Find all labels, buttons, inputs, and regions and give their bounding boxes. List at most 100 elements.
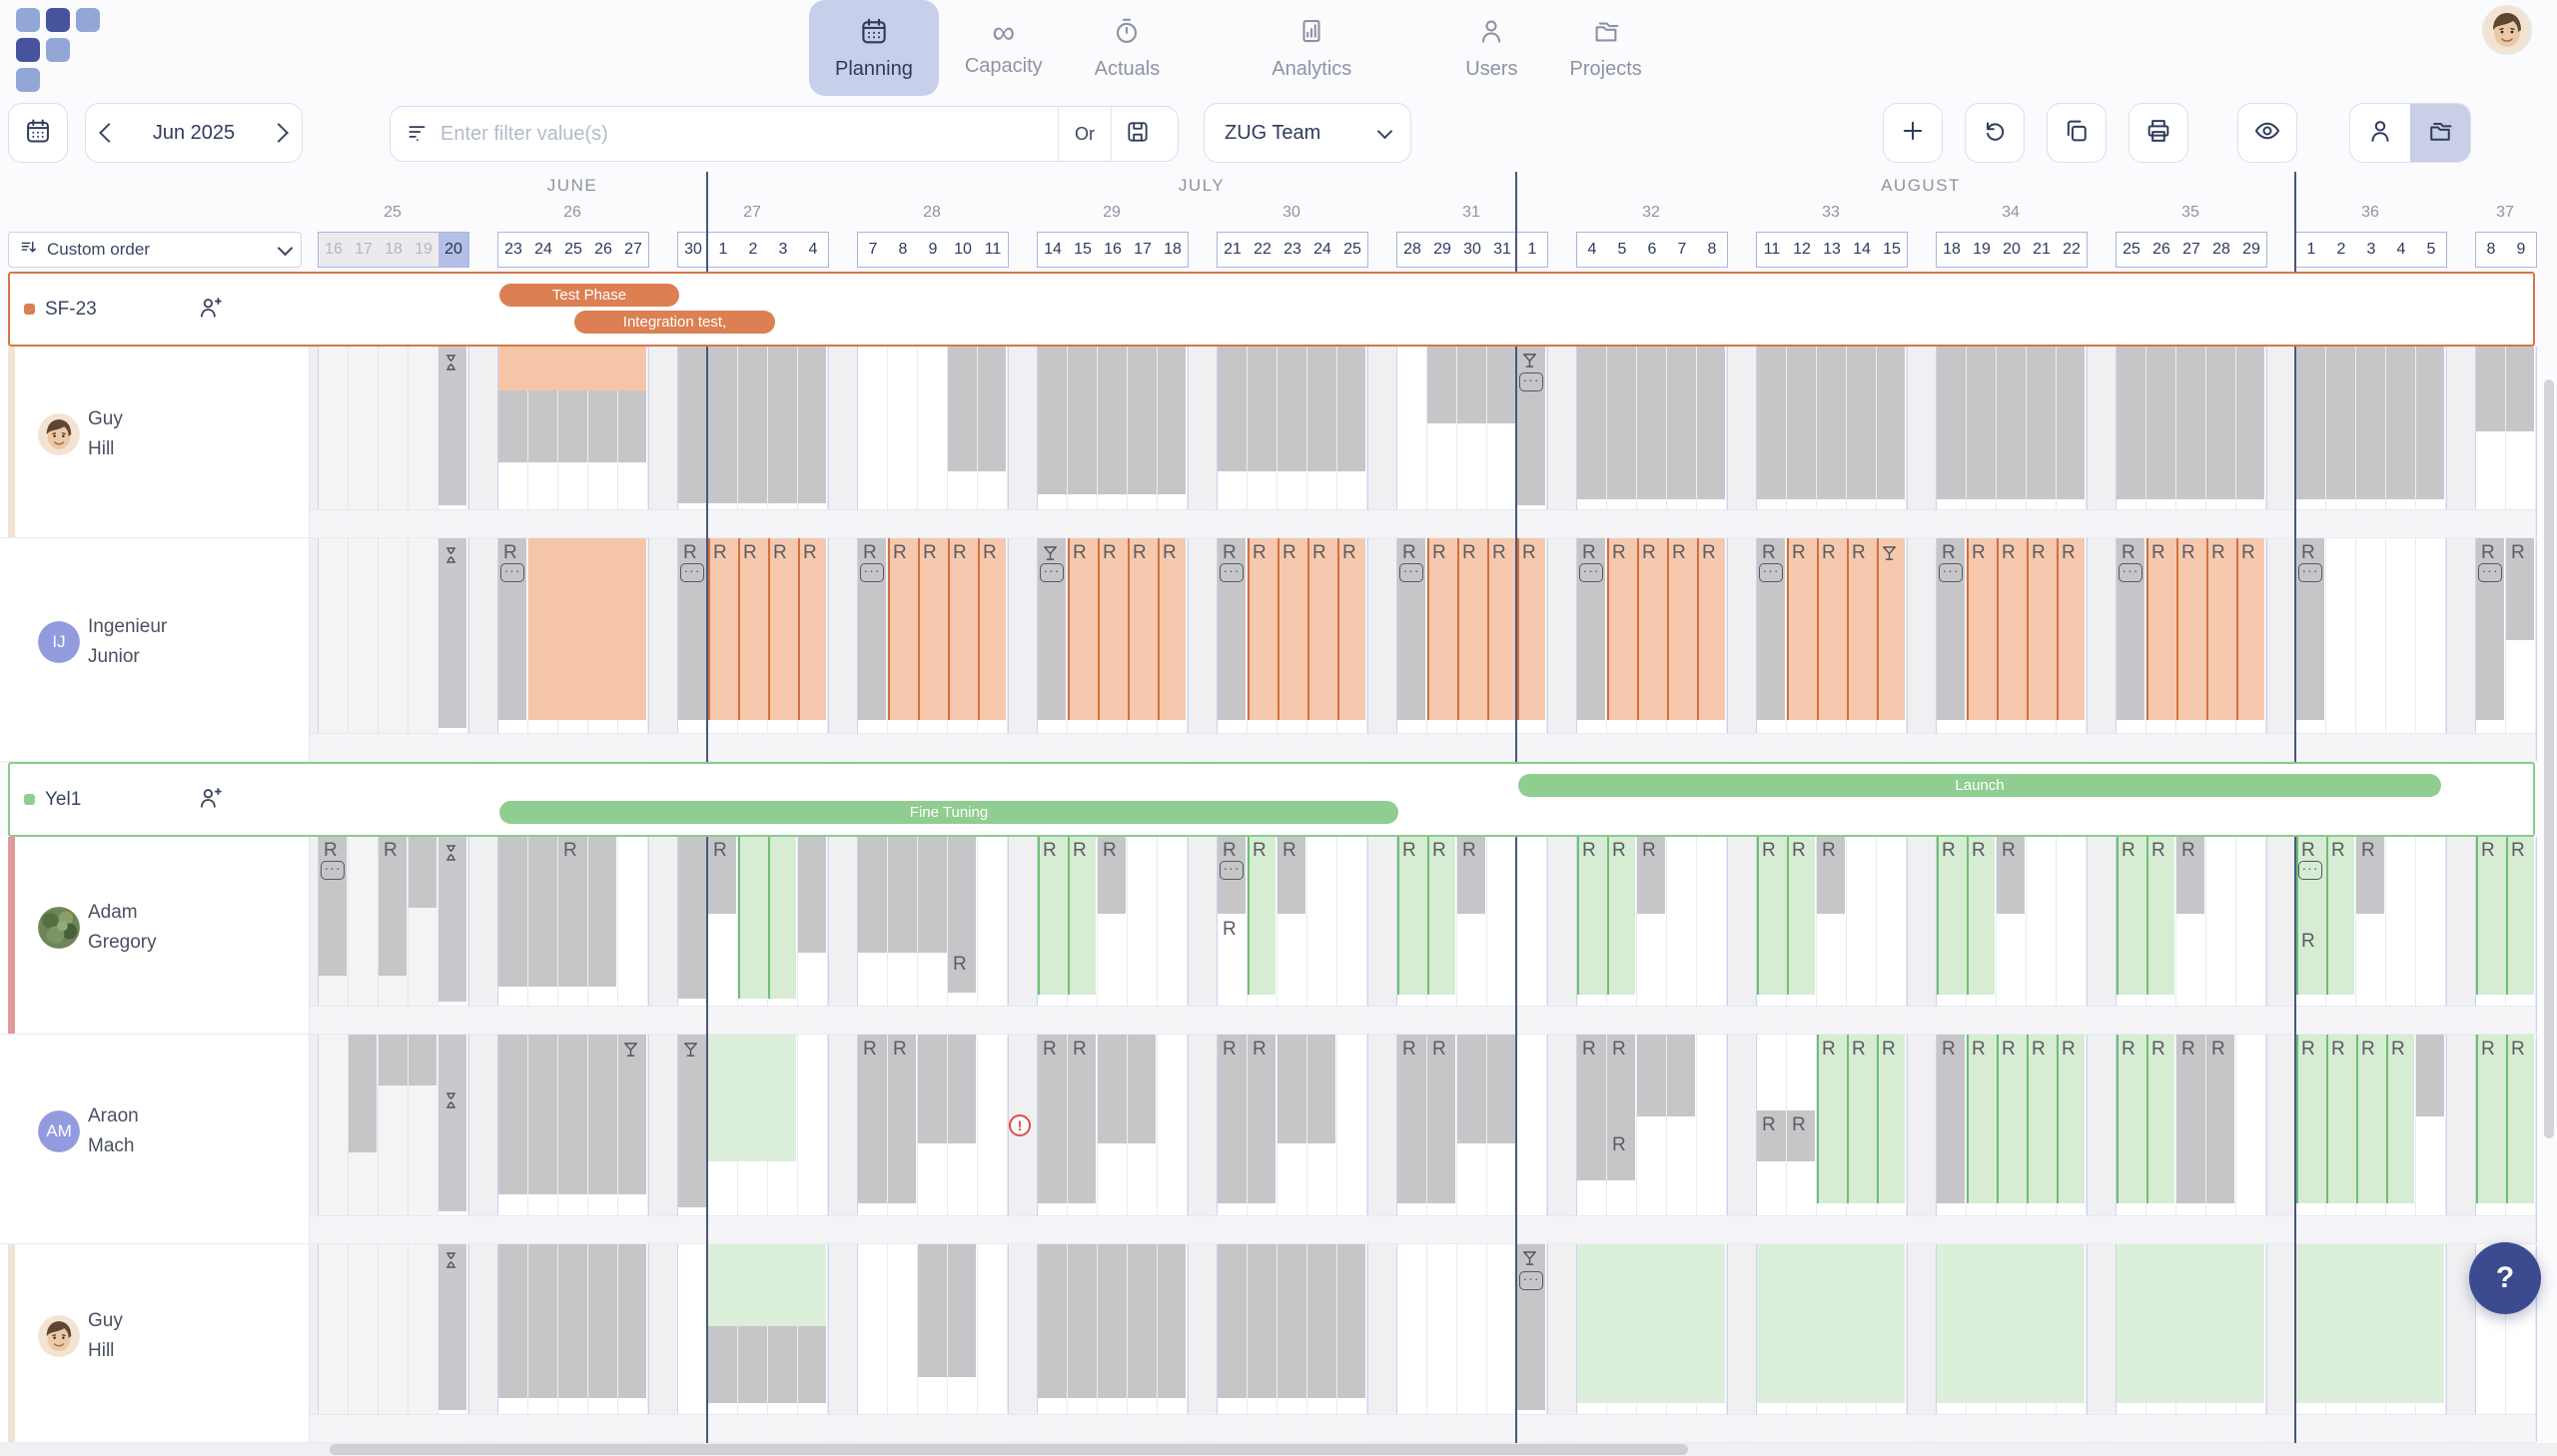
allocation-bar[interactable] (1068, 538, 1186, 720)
calendar-button[interactable] (8, 103, 68, 163)
day-header-cell[interactable]: 22 (2057, 233, 2087, 267)
warning-icon[interactable]: ! (1009, 1114, 1031, 1136)
day-header-cell[interactable]: 1 (2296, 233, 2326, 267)
allocation-bar[interactable] (1218, 1244, 1365, 1398)
day-header-cell[interactable]: 6 (1637, 233, 1667, 267)
comment-bubble-icon[interactable]: ··· (1220, 563, 1244, 582)
comment-bubble-icon[interactable]: ··· (1519, 1271, 1543, 1290)
allocation-bar[interactable] (1937, 347, 2085, 499)
phase-pill[interactable]: Test Phase (499, 284, 679, 307)
comment-bubble-icon[interactable]: ··· (1579, 563, 1603, 582)
nav-item-analytics[interactable]: Analytics (1246, 0, 1377, 96)
resource-row-header[interactable]: AdamGregory (0, 837, 310, 1034)
funnel-icon[interactable] (1879, 542, 1900, 569)
allocation-bar[interactable] (1577, 1244, 1725, 1403)
day-header-cell[interactable]: 26 (588, 233, 618, 267)
comment-bubble-icon[interactable]: ··· (2478, 563, 2502, 582)
day-header-cell[interactable]: 20 (1997, 233, 2027, 267)
allocation-bar[interactable] (438, 1035, 466, 1211)
resource-row-header[interactable]: GuyHill (0, 1244, 310, 1442)
day-header-cell[interactable]: 3 (2356, 233, 2386, 267)
comment-bubble-icon[interactable]: ··· (1220, 861, 1244, 880)
day-header-cell[interactable]: 7 (858, 233, 888, 267)
day-header-cell[interactable]: 30 (678, 233, 708, 267)
day-header-cell[interactable]: 18 (1158, 233, 1188, 267)
projects-view[interactable] (2410, 104, 2470, 162)
resource-row-header[interactable]: AMAraonMach (0, 1035, 310, 1243)
day-header-cell[interactable]: 24 (528, 233, 558, 267)
allocation-bar[interactable] (2476, 347, 2534, 431)
filter-input[interactable] (440, 123, 1058, 146)
day-header-cell[interactable]: 14 (1038, 233, 1068, 267)
day-header-cell[interactable]: 15 (1068, 233, 1098, 267)
day-header-cell[interactable]: 9 (918, 233, 948, 267)
day-header-cell[interactable]: 5 (1607, 233, 1637, 267)
allocation-bar[interactable] (498, 347, 646, 390)
day-header-cell[interactable]: 16 (319, 233, 349, 267)
resource-row-timeline[interactable]: R···RRRRRRRR···RRRRRRRRRRRRRRRRRRR···RRR… (310, 837, 2535, 1034)
day-header-cell[interactable]: 24 (1307, 233, 1337, 267)
day-header-cell[interactable]: 8 (888, 233, 918, 267)
day-header-cell[interactable]: 2 (2326, 233, 2356, 267)
day-header-cell[interactable]: 20 (438, 233, 468, 267)
comment-bubble-icon[interactable]: ··· (2119, 563, 2142, 582)
allocation-bar[interactable] (528, 538, 646, 720)
hourglass-icon[interactable] (440, 352, 461, 378)
day-header-cell[interactable]: 19 (409, 233, 438, 267)
allocation-bar[interactable] (1427, 347, 1515, 423)
nav-item-planning[interactable]: Planning (809, 0, 939, 96)
visibility-button[interactable] (2237, 103, 2297, 163)
day-header-cell[interactable]: 25 (1337, 233, 1367, 267)
undo-button[interactable] (1965, 103, 2025, 163)
allocation-bar[interactable] (2296, 1244, 2444, 1403)
hourglass-icon[interactable] (440, 842, 461, 869)
allocation-bar[interactable] (948, 347, 1006, 471)
comment-bubble-icon[interactable]: ··· (680, 563, 704, 582)
next-period-button[interactable] (269, 123, 289, 143)
allocation-bar[interactable] (409, 837, 436, 908)
sort-order-select[interactable]: Custom order (8, 232, 302, 268)
allocation-bar[interactable] (1098, 1035, 1156, 1143)
funnel-icon[interactable] (620, 1039, 641, 1066)
day-header-cell[interactable]: 12 (1787, 233, 1817, 267)
duplicate-button[interactable] (2047, 103, 2107, 163)
assign-person-button[interactable] (197, 784, 223, 815)
allocation-bar[interactable] (708, 538, 826, 720)
phase-pill[interactable]: Launch (1518, 774, 2441, 797)
allocation-bar[interactable] (888, 538, 1006, 720)
user-avatar[interactable] (2483, 6, 2531, 54)
day-header-cell[interactable]: 18 (1937, 233, 1967, 267)
allocation-bar[interactable] (678, 347, 826, 503)
allocation-bar[interactable] (498, 837, 616, 987)
app-logo-icon[interactable] (16, 8, 156, 88)
day-header-cell[interactable]: 28 (1397, 233, 1427, 267)
project-group-row-sf23[interactable]: SF-23Test PhaseIntegration test, (8, 272, 2535, 347)
allocation-bar[interactable] (1427, 538, 1545, 720)
day-header-cell[interactable]: 29 (1427, 233, 1457, 267)
allocation-bar[interactable] (918, 1244, 976, 1377)
allocation-bar[interactable] (858, 837, 976, 953)
allocation-bar[interactable] (1637, 1035, 1695, 1116)
day-header-cell[interactable]: 18 (379, 233, 409, 267)
nav-item-actuals[interactable]: Actuals (1069, 0, 1187, 96)
day-header-cell[interactable]: 17 (349, 233, 379, 267)
comment-bubble-icon[interactable]: ··· (500, 563, 524, 582)
resource-row-timeline[interactable]: ··· (310, 1244, 2535, 1442)
day-header-cell[interactable]: 13 (1817, 233, 1847, 267)
project-group-row-yel1[interactable]: Yel1LaunchFine Tuning (8, 762, 2535, 837)
day-header-cell[interactable]: 21 (1218, 233, 1248, 267)
hourglass-icon[interactable] (440, 544, 461, 571)
allocation-bar[interactable] (379, 1035, 436, 1086)
day-header-cell[interactable]: 10 (948, 233, 978, 267)
nav-item-capacity[interactable]: ∞Capacity (939, 0, 1069, 96)
day-header-cell[interactable]: 2 (738, 233, 768, 267)
day-header-cell[interactable]: 22 (1248, 233, 1278, 267)
allocation-bar[interactable] (498, 1244, 646, 1398)
day-header-cell[interactable]: 17 (1128, 233, 1158, 267)
day-header-cell[interactable]: 21 (2027, 233, 2057, 267)
nav-item-projects[interactable]: Projects (1544, 0, 1668, 96)
resource-row-timeline[interactable]: ··· (310, 347, 2535, 537)
allocation-bar[interactable] (1457, 1035, 1515, 1143)
phase-pill[interactable]: Integration test, (574, 311, 775, 334)
allocation-bar[interactable] (2117, 347, 2264, 499)
